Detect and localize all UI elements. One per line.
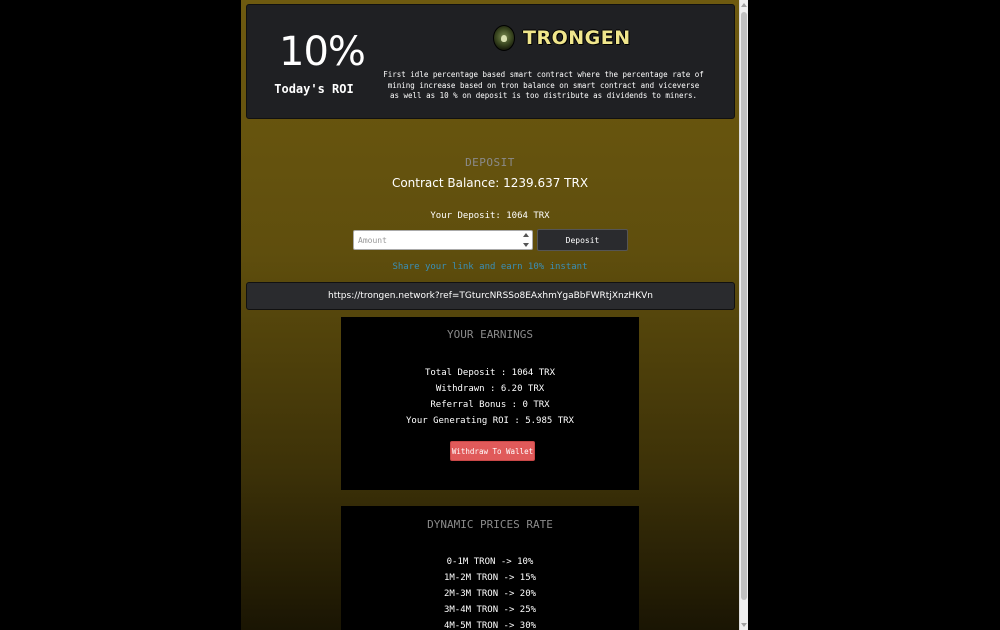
referral-bonus-line: Referral Bonus : 0 TRX <box>430 400 550 410</box>
price-tier-line: 0-1M TRON -> 10% <box>446 557 534 567</box>
referral-link[interactable]: https://trongen.network?ref=TGturcNRSSo8… <box>246 282 735 310</box>
price-tier-line: 4M-5M TRON -> 30% <box>443 621 537 630</box>
withdraw-button[interactable]: Withdraw To Wallet <box>450 441 535 461</box>
number-spinner-icon[interactable] <box>521 233 530 247</box>
logo-text: TRONGEN <box>523 27 631 49</box>
trongen-logo-icon <box>493 25 515 51</box>
earnings-list: Total Deposit : 1064 TRX Withdrawn : 6.2… <box>341 365 639 429</box>
contract-balance: Contract Balance: 1239.637 TRX <box>391 176 589 190</box>
logo: TRONGEN <box>493 21 631 55</box>
your-deposit: Your Deposit: 1064 TRX <box>430 211 550 221</box>
spinner-up-icon[interactable] <box>522 233 529 237</box>
scroll-down-icon[interactable] <box>741 623 747 627</box>
prices-panel: DYNAMIC PRICES RATE 0-1M TRON -> 10% 1M-… <box>341 506 639 630</box>
total-deposit-line: Total Deposit : 1064 TRX <box>424 368 556 378</box>
withdrawn-line: Withdrawn : 6.20 TRX <box>435 384 545 394</box>
price-tier-line: 2M-3M TRON -> 20% <box>443 589 537 599</box>
amount-input[interactable] <box>353 230 533 250</box>
earnings-panel: YOUR EARNINGS Total Deposit : 1064 TRX W… <box>341 317 639 490</box>
roi-label: Today's ROI <box>274 82 354 96</box>
deposit-title: DEPOSIT <box>465 156 515 169</box>
earnings-title: YOUR EARNINGS <box>446 328 534 341</box>
prices-list: 0-1M TRON -> 10% 1M-2M TRON -> 15% 2M-3M… <box>341 554 639 630</box>
deposit-button[interactable]: Deposit <box>537 229 628 251</box>
page-content: 10% Today's ROI TRONGEN First idle perce… <box>241 0 739 630</box>
spinner-down-icon[interactable] <box>522 243 529 247</box>
price-tier-line: 1M-2M TRON -> 15% <box>443 573 537 583</box>
prices-title: DYNAMIC PRICES RATE <box>427 518 553 531</box>
scroll-up-icon[interactable] <box>741 3 747 7</box>
header-panel: 10% Today's ROI TRONGEN First idle perce… <box>246 4 735 119</box>
scrollbar-thumb[interactable] <box>741 12 747 600</box>
tagline: First idle percentage based smart contra… <box>383 70 704 100</box>
price-tier-line: 3M-4M TRON -> 25% <box>443 605 537 615</box>
roi-value: 10% <box>279 29 366 75</box>
share-text: Share your link and earn 10% instant <box>392 262 588 272</box>
page-scrollbar[interactable] <box>739 0 748 630</box>
generating-roi-line: Your Generating ROI : 5.985 TRX <box>406 416 574 426</box>
